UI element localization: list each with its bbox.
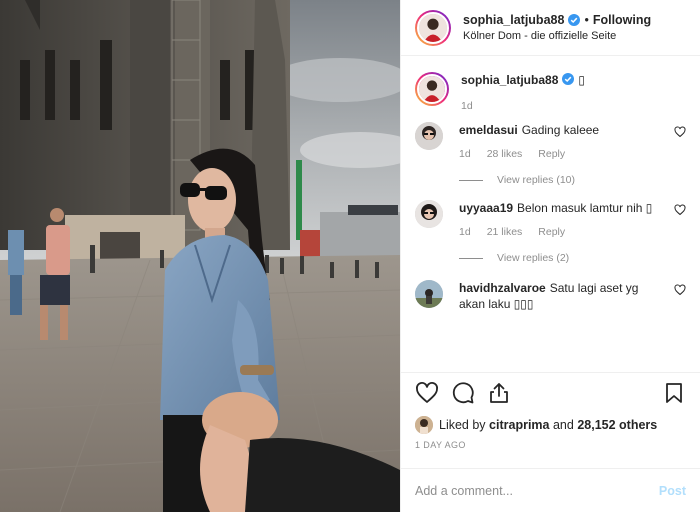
view-replies-label: View replies (10) [497, 174, 576, 186]
comment-item: uyyaaa19 Belon masuk lamtur nih ▯ 1d 21 l… [415, 200, 686, 264]
reply-button[interactable]: Reply [538, 148, 565, 160]
comment-username[interactable]: emeldasui [459, 123, 518, 137]
liked-by-user[interactable]: citraprima [489, 418, 549, 432]
comment-username[interactable]: uyyaaa19 [459, 201, 513, 215]
comment-icon[interactable] [451, 381, 475, 405]
comment-username[interactable]: havidhzalvaroe [459, 281, 546, 295]
comment-likes[interactable]: 21 likes [487, 226, 523, 238]
location-link[interactable]: Kölner Dom - die offizielle Seite [463, 28, 651, 44]
commenter-avatar[interactable] [415, 200, 443, 228]
add-comment-bar: Post [401, 468, 700, 512]
share-icon[interactable] [487, 381, 511, 405]
comment-age[interactable]: 1d [459, 226, 471, 238]
heart-icon[interactable] [415, 381, 439, 405]
view-replies-label: View replies (2) [497, 252, 570, 264]
bookmark-icon[interactable] [662, 381, 686, 405]
comment-heart-icon[interactable] [674, 126, 686, 138]
liked-by-joiner: and [552, 418, 574, 432]
caption-avatar[interactable] [415, 72, 449, 106]
commenter-avatar[interactable] [415, 280, 443, 308]
view-replies-button[interactable]: View replies (10) [459, 174, 664, 186]
comment-item: havidhzalvaroe Satu lagi aset yg akan lak… [415, 280, 686, 312]
reply-button[interactable]: Reply [538, 226, 565, 238]
instagram-post: sophia_latjuba88 • Following Kölner Dom … [0, 0, 700, 512]
caption-username[interactable]: sophia_latjuba88 [461, 73, 558, 87]
separator-dot: • [584, 12, 589, 27]
comment-likes[interactable]: 28 likes [487, 148, 523, 160]
liked-by-prefix: Liked by [439, 418, 486, 432]
caption-item: sophia_latjuba88 ▯ 1d [415, 72, 686, 112]
replies-divider [459, 179, 483, 181]
view-replies-button[interactable]: View replies (2) [459, 252, 664, 264]
commenter-avatar[interactable] [415, 122, 443, 150]
comment-text: Belon masuk lamtur nih ▯ [517, 201, 653, 215]
comment-text: Gading kaleee [521, 123, 600, 137]
caption-text: ▯ [578, 73, 585, 87]
post-timestamp[interactable]: 1 DAY AGO [401, 436, 700, 458]
photo-cathedral-scene [0, 0, 400, 512]
post-header: sophia_latjuba88 • Following Kölner Dom … [401, 0, 700, 56]
author-username[interactable]: sophia_latjuba88 [463, 12, 564, 28]
comment-heart-icon[interactable] [674, 204, 686, 216]
comment-input[interactable] [415, 483, 659, 498]
header-text: sophia_latjuba88 • Following Kölner Dom … [463, 12, 651, 44]
verified-badge-icon [562, 73, 575, 85]
post-comment-button[interactable]: Post [659, 484, 686, 498]
post-actions-bar [401, 372, 700, 412]
liker-avatar[interactable] [415, 416, 433, 434]
post-side-panel: sophia_latjuba88 • Following Kölner Dom … [400, 0, 700, 512]
comment-item: emeldasui Gading kaleee 1d 28 likes Reply… [415, 122, 686, 186]
follow-button[interactable]: Following [593, 12, 651, 28]
comments-list: sophia_latjuba88 ▯ 1d emeldasui Gading kal… [401, 56, 700, 372]
caption-age[interactable]: 1d [461, 100, 473, 112]
comment-age[interactable]: 1d [459, 148, 471, 160]
liked-by-others[interactable]: 28,152 others [577, 418, 657, 432]
verified-badge-icon [568, 13, 581, 26]
author-avatar[interactable] [415, 9, 451, 46]
comment-heart-icon[interactable] [674, 284, 686, 296]
likes-summary: Liked by citraprima and 28,152 others [401, 412, 700, 436]
post-photo[interactable] [0, 0, 400, 512]
replies-divider [459, 257, 483, 259]
